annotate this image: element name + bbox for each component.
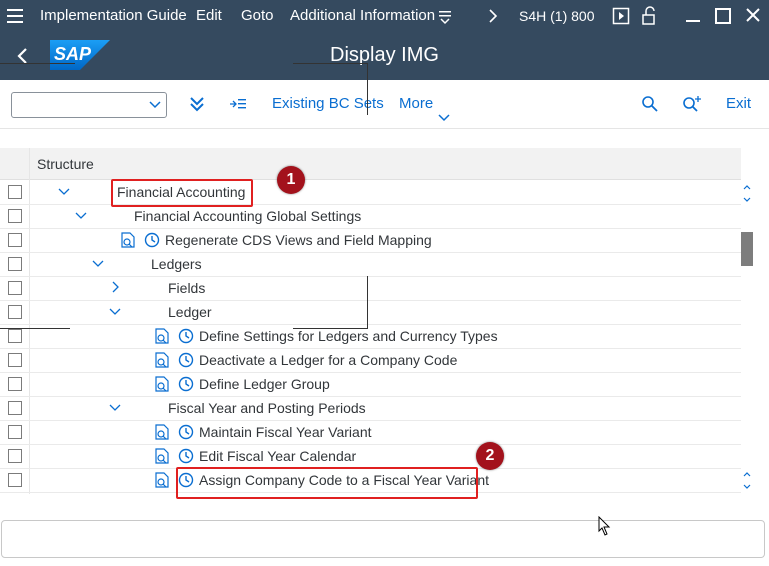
row-checkbox[interactable] [8,233,22,247]
execute-clock-icon[interactable] [143,231,161,249]
chevron-right-icon[interactable] [486,0,500,32]
row-checkbox[interactable] [8,281,22,295]
row-checkbox[interactable] [8,185,22,199]
row-checkbox[interactable] [8,425,22,439]
chevron-down-icon[interactable] [91,256,105,270]
mouse-cursor-icon [598,515,612,536]
tree-row[interactable]: Define Ledger Group [0,372,741,397]
annotation-line [0,63,75,64]
column-header-structure: Structure [37,156,94,172]
vertical-scrollbar[interactable] [741,180,753,494]
execute-clock-icon[interactable] [177,327,195,345]
title-bar: Implementation Guide Edit Goto Additiona… [0,0,769,32]
scroll-up-icon[interactable] [741,180,753,204]
documentation-icon[interactable] [153,447,171,465]
more-button-label: More [399,95,434,112]
search-icon[interactable] [641,95,659,113]
tree-row-label: Ledger [168,304,212,320]
tree-row-label: Deactivate a Ledger for a Company Code [199,352,458,368]
chevron-right-icon[interactable] [108,280,122,294]
shell-header: SAP Display IMG [0,32,769,80]
annotation-line [367,63,368,115]
chevron-down-icon[interactable] [108,400,122,414]
system-info: S4H (1) 800 [519,8,595,24]
chevron-down-icon [437,97,451,122]
row-checkbox[interactable] [8,257,22,271]
tree-row[interactable]: Ledger [0,300,741,325]
documentation-icon[interactable] [153,423,171,441]
toolbar: Existing BC Sets More Exit [0,80,769,129]
execute-clock-icon[interactable] [177,447,195,465]
tree-row[interactable]: Fiscal Year and Posting Periods [0,396,741,421]
documentation-icon[interactable] [153,351,171,369]
tree-row[interactable]: Fields [0,276,741,301]
documentation-icon[interactable] [153,471,171,489]
step-badge-2: 2 [476,442,504,470]
menu-goto[interactable]: Goto [241,0,274,32]
documentation-icon[interactable] [119,231,137,249]
annotation-line [367,276,368,328]
expand-all-icon[interactable] [188,95,206,113]
annotation-line [293,328,368,329]
tree-row-label: Define Ledger Group [199,376,330,392]
maximize-icon[interactable] [714,0,732,32]
row-checkbox[interactable] [8,401,22,415]
tree-row[interactable]: Maintain Fiscal Year Variant [0,420,741,445]
tree-row[interactable]: Financial Accounting Global Settings [0,204,741,229]
execute-clock-icon[interactable] [177,375,195,393]
execute-clock-icon[interactable] [177,351,195,369]
row-checkbox[interactable] [8,305,22,319]
row-checkbox[interactable] [8,353,22,367]
row-checkbox[interactable] [8,209,22,223]
tree-row[interactable]: Regenerate CDS Views and Field Mapping [0,228,741,253]
tree-row[interactable]: Ledgers [0,252,741,277]
view-select[interactable] [11,92,167,118]
tree-row-label: Fields [168,280,206,296]
tree-row-label: Fiscal Year and Posting Periods [168,400,366,416]
page-title: Display IMG [330,44,439,66]
more-button[interactable]: More [399,80,451,128]
annotation-line [0,328,70,329]
tree-row-label: Financial Accounting Global Settings [134,208,362,224]
chevron-down-icon[interactable] [57,184,71,198]
menu-additional-information[interactable]: Additional Information [290,0,435,32]
tree-row-label: Regenerate CDS Views and Field Mapping [165,232,432,248]
menu-edit[interactable]: Edit [196,0,222,32]
hamburger-menu-icon[interactable] [6,0,24,32]
search-next-icon[interactable] [682,95,702,113]
highlight-financial-accounting [111,179,253,207]
tree-row-label: Maintain Fiscal Year Variant [199,424,372,440]
tree-row-label: Edit Fiscal Year Calendar [199,448,357,464]
documentation-icon[interactable] [153,327,171,345]
indent-list-icon[interactable] [229,95,247,113]
menu-implementation-guide[interactable]: Implementation Guide [40,0,187,32]
row-checkbox[interactable] [8,449,22,463]
play-icon[interactable] [612,0,630,32]
row-checkbox[interactable] [8,377,22,391]
annotation-line [293,63,368,64]
exit-button[interactable]: Exit [726,80,751,128]
scroll-down-icon[interactable] [741,470,753,494]
menu-overflow-icon[interactable] [437,0,453,32]
tree-row[interactable]: Define Settings for Ledgers and Currency… [0,324,741,349]
tree-row[interactable]: Edit Fiscal Year Calendar [0,444,741,469]
tree-header: Structure [0,148,741,180]
close-icon[interactable] [744,0,762,32]
tree-row-label: Ledgers [151,256,202,272]
minimize-icon[interactable] [684,0,702,32]
chevron-down-icon[interactable] [74,208,88,222]
row-checkbox[interactable] [8,473,22,487]
tree-row[interactable]: Deactivate a Ledger for a Company Code [0,348,741,373]
documentation-icon[interactable] [153,375,171,393]
scroll-thumb[interactable] [741,232,753,266]
chevron-down-icon [148,97,162,111]
highlight-assign-company-code [176,467,478,499]
lock-icon[interactable] [640,0,660,32]
status-bar[interactable] [1,520,765,558]
row-checkbox[interactable] [8,329,22,343]
step-badge-1: 1 [277,166,305,194]
execute-clock-icon[interactable] [177,423,195,441]
chevron-down-icon[interactable] [108,304,122,318]
